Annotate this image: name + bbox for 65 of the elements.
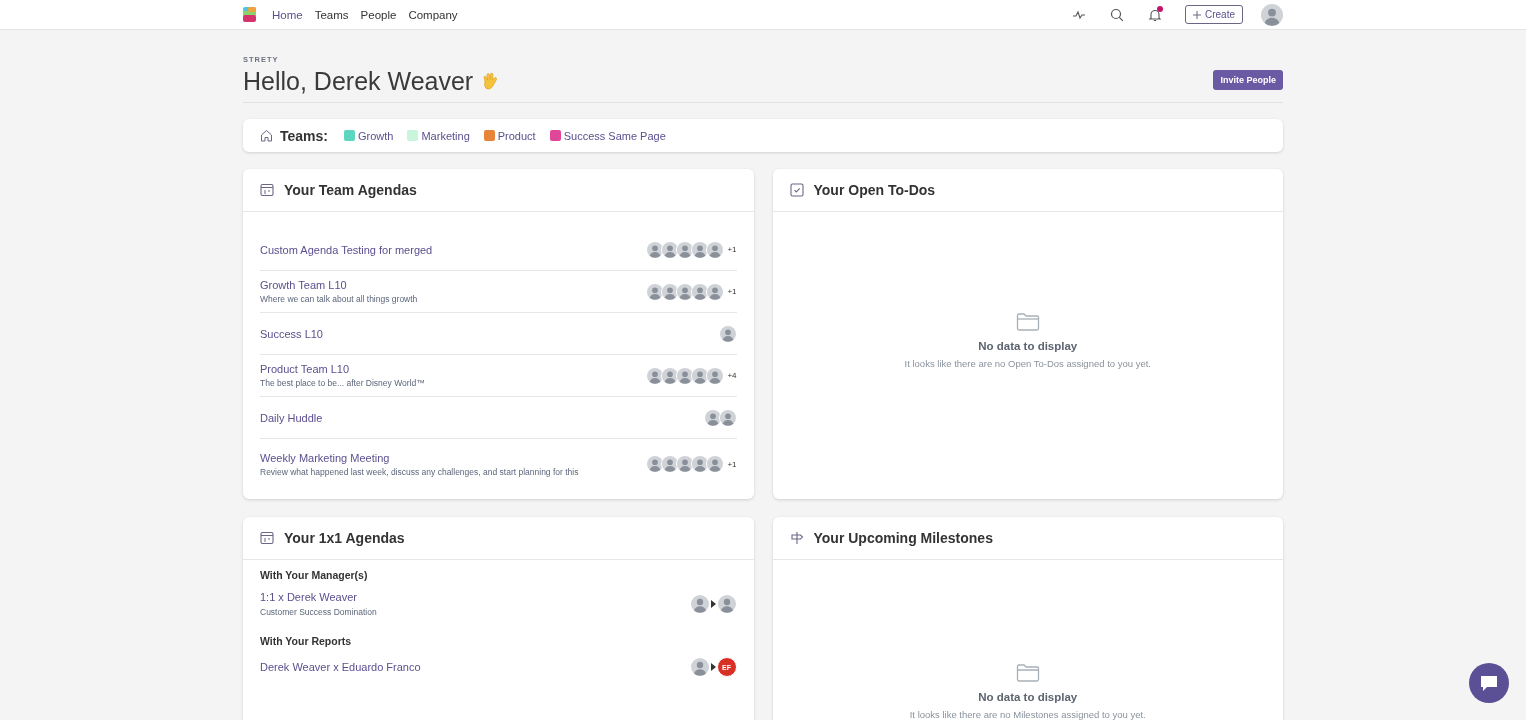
profile-avatar[interactable]	[1261, 3, 1283, 26]
empty-message: It looks like there are no Milestones assigned to you yet.	[909, 709, 1146, 720]
avatar-icon	[703, 408, 722, 427]
nav-link[interactable]: Company	[408, 6, 458, 23]
team-link[interactable]: Success Same Page	[549, 129, 666, 142]
plus-icon	[1193, 10, 1201, 19]
agenda-link[interactable]: Derek Weaver x Eduardo Franco	[260, 661, 421, 673]
agenda-description: The best place to be... after Disney World™	[260, 378, 425, 388]
folder-icon	[1015, 663, 1040, 683]
agenda-link[interactable]: Success L10	[260, 327, 323, 340]
signpost-icon	[789, 531, 804, 545]
avatar-icon	[716, 594, 737, 614]
avatar-icon	[689, 657, 710, 677]
folder-icon	[1015, 312, 1040, 332]
agenda-description: Review what happened last week, discuss any challenges, and start planning for this	[260, 466, 579, 477]
agenda-description: Customer Success Domination	[260, 607, 377, 617]
chat-icon	[1480, 674, 1498, 692]
avatar-icon	[689, 594, 710, 614]
agenda-link[interactable]: Product Team L10	[260, 363, 425, 375]
agenda-link[interactable]: 1:1 x Derek Weaver	[260, 591, 377, 603]
avatar-icon	[718, 324, 737, 343]
agenda-description: Where we can talk about all things growth	[260, 294, 418, 304]
chat-button[interactable]	[1469, 663, 1509, 703]
agenda-link[interactable]: Growth Team L10	[260, 279, 418, 291]
team-link[interactable]: Growth	[344, 129, 394, 142]
more-count: +1	[727, 245, 737, 254]
card-title: Your Upcoming Milestones	[813, 530, 993, 546]
checkbox-icon	[789, 183, 804, 197]
calendar-icon	[260, 183, 274, 197]
create-button[interactable]: Create	[1185, 5, 1243, 24]
play-arrow-icon	[710, 600, 716, 608]
more-count: +1	[727, 459, 737, 469]
section-heading: With Your Reports	[260, 635, 353, 647]
avatar-icon	[718, 408, 737, 427]
avatar-icon	[706, 366, 725, 385]
waving-hand-icon	[481, 71, 500, 92]
empty-title: No data to display	[978, 340, 1078, 352]
nav-link[interactable]: Teams	[314, 6, 349, 23]
nav-link[interactable]: People	[360, 6, 397, 23]
nav-link[interactable]: Home	[272, 6, 303, 23]
more-count: +1	[727, 287, 737, 296]
agenda-link[interactable]: Weekly Marketing Meeting	[260, 451, 579, 464]
notifications-button[interactable]	[1147, 6, 1163, 23]
app-logo[interactable]	[243, 7, 256, 22]
calendar-icon	[260, 531, 274, 545]
agenda-link[interactable]: Custom Agenda Testing for merged	[260, 243, 433, 256]
team-link[interactable]: Product	[483, 129, 536, 142]
home-icon	[260, 129, 273, 142]
avatar-icon	[706, 240, 725, 259]
search-icon[interactable]	[1109, 6, 1125, 23]
card-title: Your Team Agendas	[284, 182, 417, 198]
more-count: +4	[727, 371, 737, 380]
card-title: Your Open To-Dos	[813, 182, 936, 198]
avatar-icon	[706, 282, 725, 301]
team-link[interactable]: Marketing	[407, 129, 470, 142]
empty-title: No data to display	[978, 691, 1078, 703]
agenda-link[interactable]: Daily Huddle	[260, 411, 323, 424]
avatar-icon	[706, 455, 725, 473]
play-arrow-icon	[710, 663, 716, 671]
empty-message: It looks like there are no Open To-Dos assigned to you yet.	[904, 358, 1151, 369]
section-heading: With Your Manager(s)	[260, 569, 369, 581]
card-title: Your 1x1 Agendas	[284, 530, 405, 546]
greeting-heading: Hello, Derek Weaver	[243, 67, 474, 96]
invite-people-button[interactable]: Invite People	[1213, 70, 1283, 90]
teams-label: Teams:	[280, 127, 328, 144]
